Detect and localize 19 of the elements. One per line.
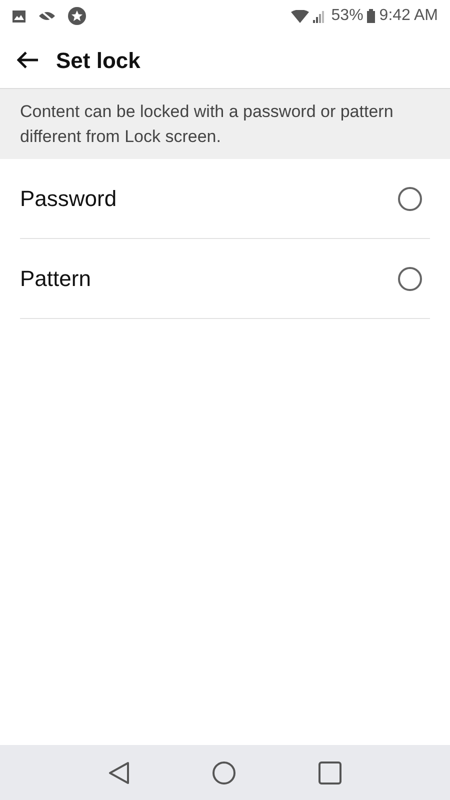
description-text: Content can be locked with a password or pattern different from Lock screen. (20, 101, 394, 148)
home-nav-button[interactable] (212, 760, 236, 784)
back-nav-button[interactable] (108, 760, 130, 784)
recents-nav-button[interactable] (318, 760, 342, 784)
option-label[interactable]: Password (20, 182, 117, 215)
wifi-icon (291, 10, 310, 22)
square-icon (318, 760, 342, 784)
triangle-icon (108, 760, 130, 784)
option-label[interactable]: Pattern (20, 262, 91, 295)
circle-icon (212, 760, 236, 784)
battery-percentage: 53% (331, 6, 364, 26)
radio-button[interactable] (398, 186, 422, 210)
battery-icon (367, 9, 376, 23)
page-title: Set lock (56, 46, 140, 74)
eye-slash-icon (38, 10, 56, 22)
image-icon (12, 10, 26, 22)
radio-button[interactable] (398, 266, 422, 290)
back-arrow-icon (17, 51, 39, 69)
clock: 9:42 AM (379, 6, 438, 26)
